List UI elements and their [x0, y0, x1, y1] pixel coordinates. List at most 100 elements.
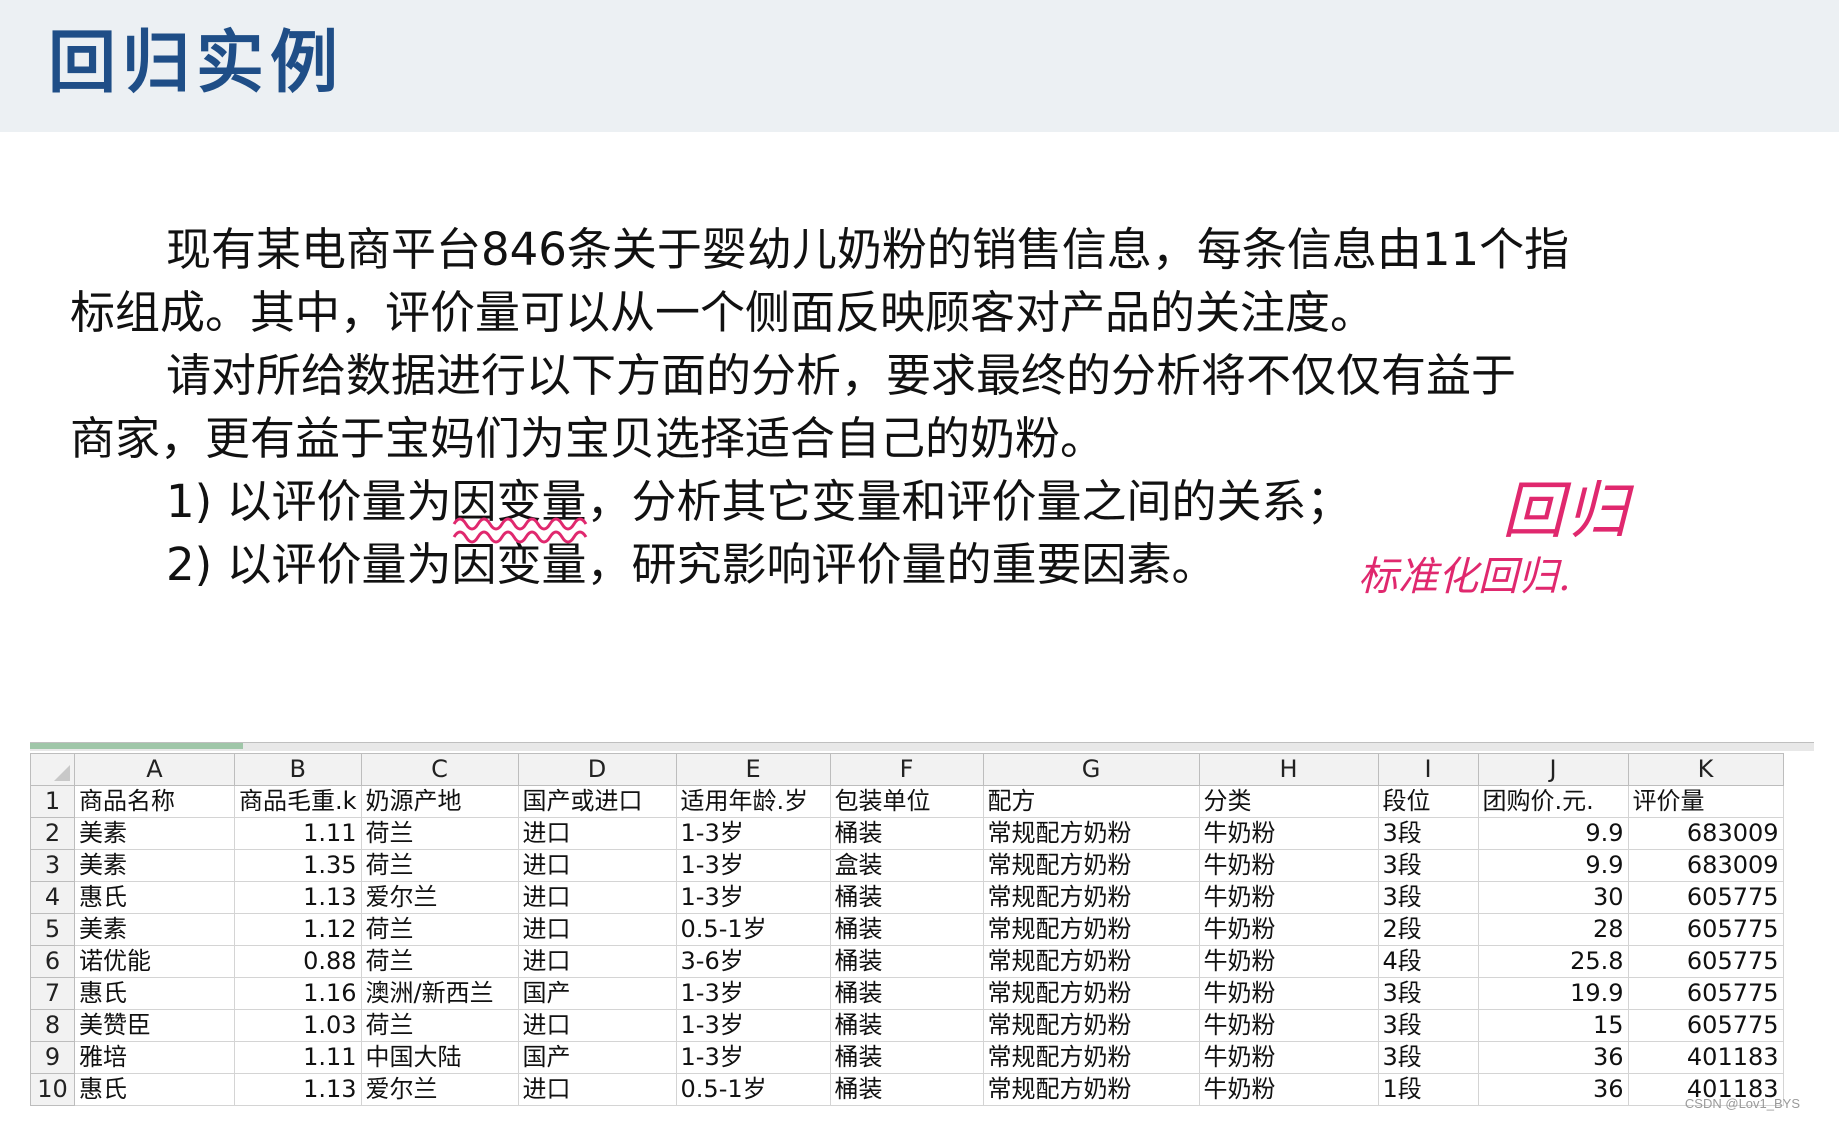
column-header-k[interactable]: K — [1627, 753, 1784, 786]
select-all-corner[interactable] — [30, 753, 75, 786]
table-cell[interactable]: 1-3岁 — [675, 1041, 831, 1074]
row-header[interactable]: 7 — [30, 977, 75, 1010]
row-header[interactable]: 4 — [30, 881, 75, 914]
table-cell[interactable]: 桶装 — [829, 1009, 984, 1042]
column-header-j[interactable]: J — [1477, 753, 1629, 786]
table-cell[interactable]: 中国大陆 — [360, 1041, 519, 1074]
table-cell[interactable]: 牛奶粉 — [1198, 945, 1379, 978]
table-cell[interactable]: 0.88 — [234, 945, 362, 978]
table-cell[interactable]: 牛奶粉 — [1198, 881, 1379, 914]
table-cell[interactable]: 国产 — [517, 1041, 677, 1074]
table-cell[interactable]: 常规配方奶粉 — [982, 945, 1200, 978]
table-cell[interactable]: 3段 — [1377, 817, 1479, 850]
row-header[interactable]: 10 — [30, 1073, 75, 1106]
table-cell[interactable]: 牛奶粉 — [1198, 849, 1379, 882]
table-cell[interactable]: 常规配方奶粉 — [982, 1009, 1200, 1042]
row-header[interactable]: 1 — [30, 785, 75, 818]
table-cell[interactable]: 3段 — [1377, 977, 1479, 1010]
column-header-a[interactable]: A — [74, 753, 235, 786]
table-cell[interactable]: 0.5-1岁 — [675, 1073, 831, 1106]
table-cell[interactable]: 25.8 — [1477, 945, 1629, 978]
table-cell[interactable]: 683009 — [1627, 849, 1784, 882]
field-name-cell[interactable]: 评价量 — [1627, 785, 1784, 818]
table-cell[interactable]: 1.13 — [234, 1073, 362, 1106]
table-cell[interactable]: 美素 — [74, 849, 235, 882]
table-cell[interactable]: 桶装 — [829, 1073, 984, 1106]
field-name-cell[interactable]: 团购价.元. — [1477, 785, 1629, 818]
table-cell[interactable]: 荷兰 — [360, 945, 519, 978]
table-cell[interactable]: 3段 — [1377, 881, 1479, 914]
table-cell[interactable]: 36 — [1477, 1041, 1629, 1074]
table-cell[interactable]: 605775 — [1627, 913, 1784, 946]
table-cell[interactable]: 1.03 — [234, 1009, 362, 1042]
table-cell[interactable]: 2段 — [1377, 913, 1479, 946]
table-cell[interactable]: 1.11 — [234, 817, 362, 850]
table-cell[interactable]: 1-3岁 — [675, 977, 831, 1010]
field-name-cell[interactable]: 配方 — [982, 785, 1200, 818]
table-cell[interactable]: 常规配方奶粉 — [982, 1041, 1200, 1074]
table-cell[interactable]: 雅培 — [74, 1041, 235, 1074]
table-cell[interactable]: 15 — [1477, 1009, 1629, 1042]
table-cell[interactable]: 常规配方奶粉 — [982, 849, 1200, 882]
table-cell[interactable]: 进口 — [517, 1009, 677, 1042]
table-cell[interactable]: 605775 — [1627, 881, 1784, 914]
table-cell[interactable]: 3段 — [1377, 1041, 1479, 1074]
table-cell[interactable]: 桶装 — [829, 945, 984, 978]
table-cell[interactable]: 澳洲/新西兰 — [360, 977, 519, 1010]
table-cell[interactable]: 牛奶粉 — [1198, 1041, 1379, 1074]
field-name-cell[interactable]: 段位 — [1377, 785, 1479, 818]
table-cell[interactable]: 常规配方奶粉 — [982, 977, 1200, 1010]
column-header-h[interactable]: H — [1198, 753, 1379, 786]
table-cell[interactable]: 惠氏 — [74, 977, 235, 1010]
table-cell[interactable]: 惠氏 — [74, 881, 235, 914]
column-header-e[interactable]: E — [675, 753, 831, 786]
table-cell[interactable]: 牛奶粉 — [1198, 817, 1379, 850]
table-cell[interactable]: 常规配方奶粉 — [982, 913, 1200, 946]
row-header[interactable]: 3 — [30, 849, 75, 882]
column-header-c[interactable]: C — [360, 753, 519, 786]
table-cell[interactable]: 605775 — [1627, 945, 1784, 978]
field-name-cell[interactable]: 分类 — [1198, 785, 1379, 818]
table-cell[interactable]: 1段 — [1377, 1073, 1479, 1106]
table-cell[interactable]: 19.9 — [1477, 977, 1629, 1010]
table-cell[interactable]: 美素 — [74, 913, 235, 946]
field-name-cell[interactable]: 商品毛重.k — [234, 785, 362, 818]
table-cell[interactable]: 桶装 — [829, 881, 984, 914]
field-name-cell[interactable]: 国产或进口 — [517, 785, 677, 818]
table-cell[interactable]: 28 — [1477, 913, 1629, 946]
table-cell[interactable]: 36 — [1477, 1073, 1629, 1106]
table-cell[interactable]: 国产 — [517, 977, 677, 1010]
row-header[interactable]: 8 — [30, 1009, 75, 1042]
table-cell[interactable]: 爱尔兰 — [360, 1073, 519, 1106]
field-name-cell[interactable]: 奶源产地 — [360, 785, 519, 818]
table-cell[interactable]: 桶装 — [829, 977, 984, 1010]
table-cell[interactable]: 牛奶粉 — [1198, 977, 1379, 1010]
table-cell[interactable]: 惠氏 — [74, 1073, 235, 1106]
column-header-b[interactable]: B — [234, 753, 362, 786]
table-cell[interactable]: 3段 — [1377, 1009, 1479, 1042]
table-cell[interactable]: 盒装 — [829, 849, 984, 882]
table-cell[interactable]: 荷兰 — [360, 1009, 519, 1042]
table-cell[interactable]: 牛奶粉 — [1198, 1009, 1379, 1042]
table-cell[interactable]: 桶装 — [829, 913, 984, 946]
row-header[interactable]: 2 — [30, 817, 75, 850]
row-header[interactable]: 9 — [30, 1041, 75, 1074]
table-cell[interactable]: 进口 — [517, 817, 677, 850]
table-cell[interactable]: 进口 — [517, 945, 677, 978]
table-cell[interactable]: 605775 — [1627, 977, 1784, 1010]
column-header-f[interactable]: F — [829, 753, 984, 786]
column-header-g[interactable]: G — [982, 753, 1200, 786]
table-cell[interactable]: 1-3岁 — [675, 849, 831, 882]
table-cell[interactable]: 1-3岁 — [675, 1009, 831, 1042]
table-cell[interactable]: 1.35 — [234, 849, 362, 882]
table-cell[interactable]: 牛奶粉 — [1198, 913, 1379, 946]
table-cell[interactable]: 9.9 — [1477, 817, 1629, 850]
table-cell[interactable]: 进口 — [517, 1073, 677, 1106]
table-cell[interactable]: 3-6岁 — [675, 945, 831, 978]
table-cell[interactable]: 常规配方奶粉 — [982, 881, 1200, 914]
table-cell[interactable]: 1.12 — [234, 913, 362, 946]
column-header-i[interactable]: I — [1377, 753, 1479, 786]
field-name-cell[interactable]: 包装单位 — [829, 785, 984, 818]
table-cell[interactable]: 桶装 — [829, 817, 984, 850]
table-cell[interactable]: 桶装 — [829, 1041, 984, 1074]
